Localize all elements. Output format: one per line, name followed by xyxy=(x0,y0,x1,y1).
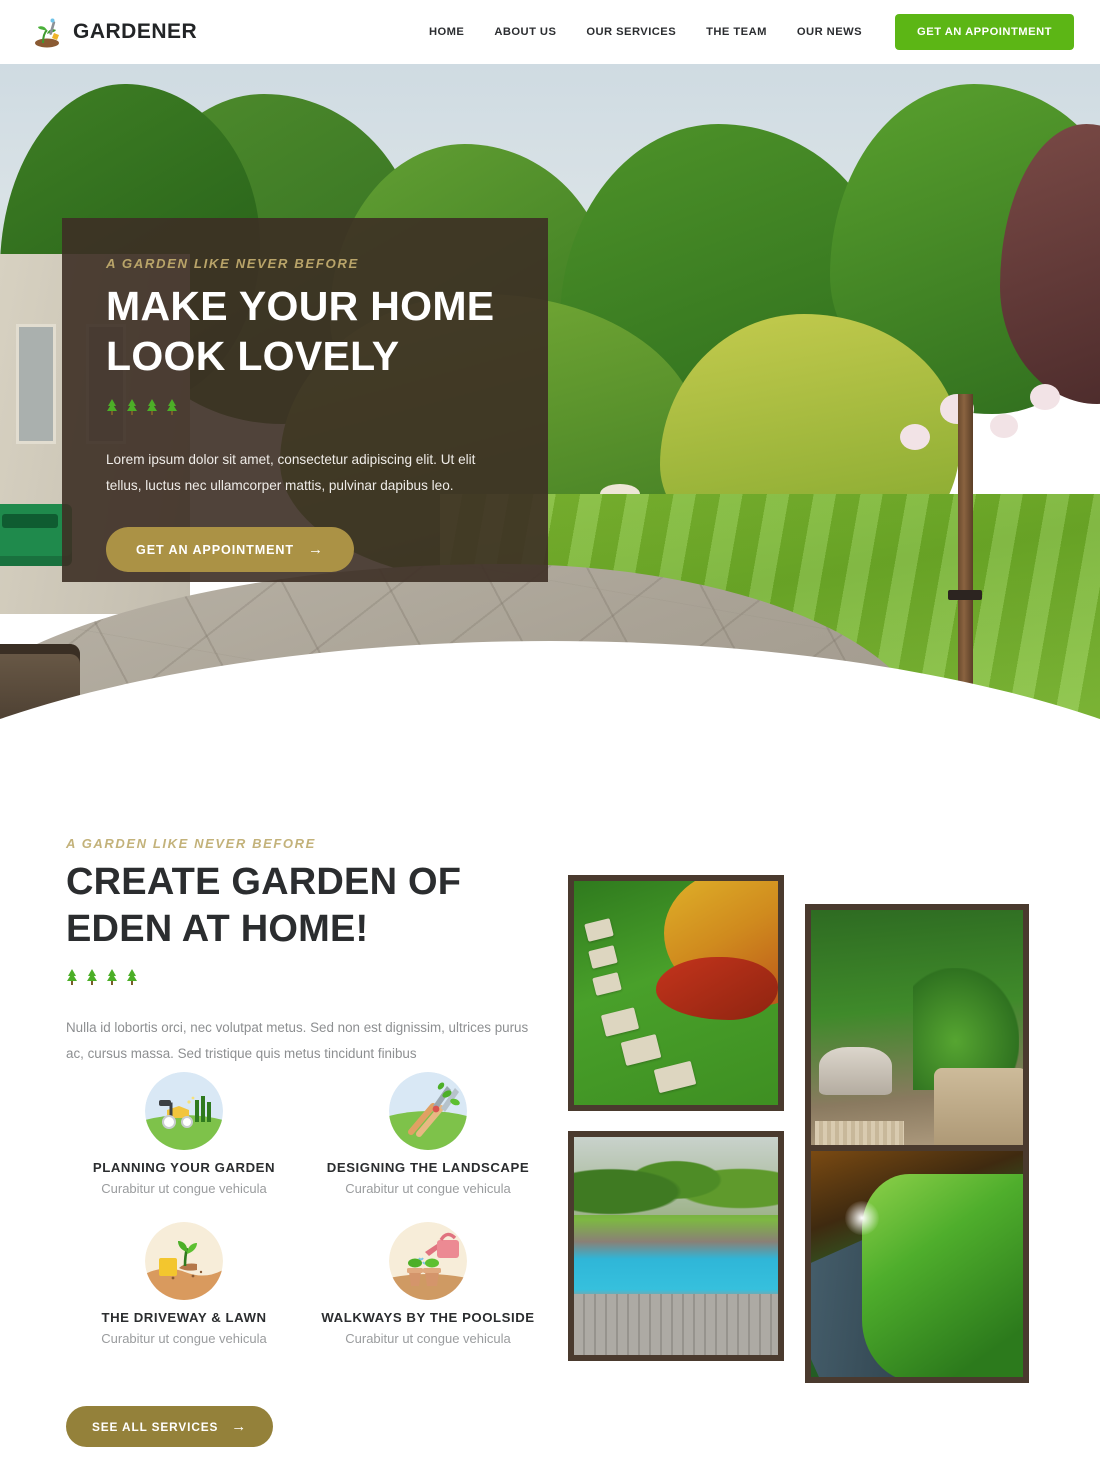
hero-section: A GARDEN LIKE NEVER BEFORE MAKE YOUR HOM… xyxy=(0,64,1100,736)
hero-eyebrow: A GARDEN LIKE NEVER BEFORE xyxy=(106,256,359,271)
hero-title-line-1: MAKE YOUR HOME xyxy=(106,283,495,329)
main-navigation: HOME ABOUT US OUR SERVICES THE TEAM OUR … xyxy=(414,14,1074,50)
pine-tree-icon xyxy=(146,399,158,415)
gallery-image-patio-furniture[interactable] xyxy=(805,904,1029,1180)
nav-item-our-news[interactable]: OUR NEWS xyxy=(782,18,877,46)
landing-page: GARDENER HOME ABOUT US OUR SERVICES THE … xyxy=(0,0,1100,1460)
pine-tree-icon xyxy=(166,399,178,415)
services-section: A GARDEN LIKE NEVER BEFORE CREATE GARDEN… xyxy=(0,736,1100,1460)
pine-tree-icon xyxy=(126,399,138,415)
hero-title-line-2: LOOK LOVELY xyxy=(106,333,400,379)
pine-tree-icon xyxy=(106,399,118,415)
arrow-right-icon: → xyxy=(308,541,324,558)
hero-title: MAKE YOUR HOME LOOK LOVELY xyxy=(106,281,504,381)
nav-item-about-us[interactable]: ABOUT US xyxy=(479,18,571,46)
rose-bloom xyxy=(1030,384,1060,410)
gallery-image-swimming-pool[interactable] xyxy=(568,1131,784,1361)
image-gallery xyxy=(0,736,1100,1460)
nav-item-our-services[interactable]: OUR SERVICES xyxy=(571,18,691,46)
nav-item-home[interactable]: HOME xyxy=(414,18,479,46)
site-header: GARDENER HOME ABOUT US OUR SERVICES THE … xyxy=(0,0,1100,64)
hero-tree-decoration xyxy=(106,399,504,415)
hero-appointment-button[interactable]: GET AN APPOINTMENT → xyxy=(106,527,354,572)
seedling-shovel-icon xyxy=(30,15,64,49)
logo-text: GARDENER xyxy=(73,20,198,43)
logo[interactable]: GARDENER xyxy=(30,15,197,49)
hero-appointment-button-label: GET AN APPOINTMENT xyxy=(136,542,294,557)
hero-paragraph: Lorem ipsum dolor sit amet, consectetur … xyxy=(106,452,476,493)
hero-content-card: A GARDEN LIKE NEVER BEFORE MAKE YOUR HOM… xyxy=(62,218,548,582)
rose-bloom xyxy=(990,414,1018,438)
nav-item-the-team[interactable]: THE TEAM xyxy=(691,18,782,46)
rose-bloom xyxy=(900,424,930,450)
gallery-image-illuminated-hedge[interactable] xyxy=(805,1145,1029,1383)
gallery-image-garden-bed[interactable] xyxy=(568,875,784,1111)
header-appointment-button[interactable]: GET AN APPOINTMENT xyxy=(895,14,1074,50)
